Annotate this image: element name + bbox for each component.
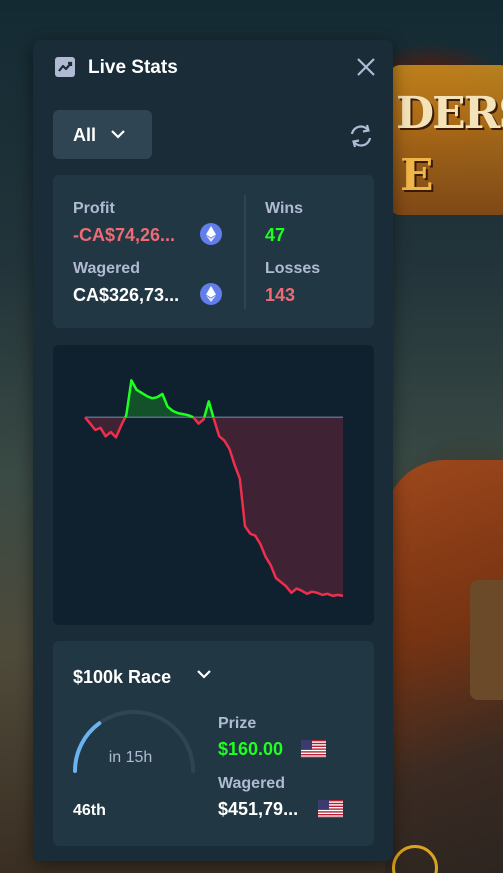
prize-value: $160.00 xyxy=(218,739,284,759)
profit-label: Profit xyxy=(73,200,115,217)
prize-label: Prize xyxy=(218,715,257,732)
race-title: $100k Race xyxy=(73,667,172,687)
game-title-art: DERS xyxy=(396,88,503,139)
profit-value: -CA$74,26... xyxy=(73,225,176,245)
us-flag-icon xyxy=(301,740,326,758)
ethereum-icon xyxy=(200,223,222,245)
panel-title: Live Stats xyxy=(88,57,178,78)
profit-chart-card xyxy=(53,345,374,625)
chevron-down-icon xyxy=(111,130,125,139)
currency-filter-dropdown[interactable]: All xyxy=(53,110,152,159)
race-wagered-label: Wagered xyxy=(218,775,285,792)
wagered-label: Wagered xyxy=(73,260,140,277)
profit-chart xyxy=(84,379,344,598)
filter-selected-label: All xyxy=(73,125,97,145)
live-stats-panel: Live Stats All Profit -CA$74,26... Wager… xyxy=(33,40,393,861)
game-barrel-art xyxy=(470,580,503,700)
losses-value: 143 xyxy=(265,285,296,305)
race-rank: 46th xyxy=(73,802,106,819)
game-title-art-line2: E xyxy=(400,150,434,201)
us-flag-icon xyxy=(318,800,343,818)
chart-line-icon xyxy=(55,57,75,77)
wins-value: 47 xyxy=(265,225,286,245)
panel-header: Live Stats xyxy=(33,40,393,96)
wins-label: Wins xyxy=(265,200,304,217)
stats-divider xyxy=(244,195,246,309)
race-wagered-value: $451,79... xyxy=(218,799,299,819)
loss-area-5 xyxy=(213,417,343,596)
wagered-value: CA$326,73... xyxy=(73,285,180,305)
losses-label: Losses xyxy=(265,260,321,277)
ethereum-icon xyxy=(200,283,222,305)
refresh-icon[interactable] xyxy=(347,122,375,150)
race-card: $100k Race in 15h 46th Prize $160.00 Wag… xyxy=(53,641,374,846)
chevron-down-icon[interactable] xyxy=(196,668,212,680)
close-icon[interactable] xyxy=(355,56,377,78)
stats-summary-card: Profit -CA$74,26... Wagered CA$326,73...… xyxy=(53,175,374,328)
race-time-left: in 15h xyxy=(108,749,153,766)
